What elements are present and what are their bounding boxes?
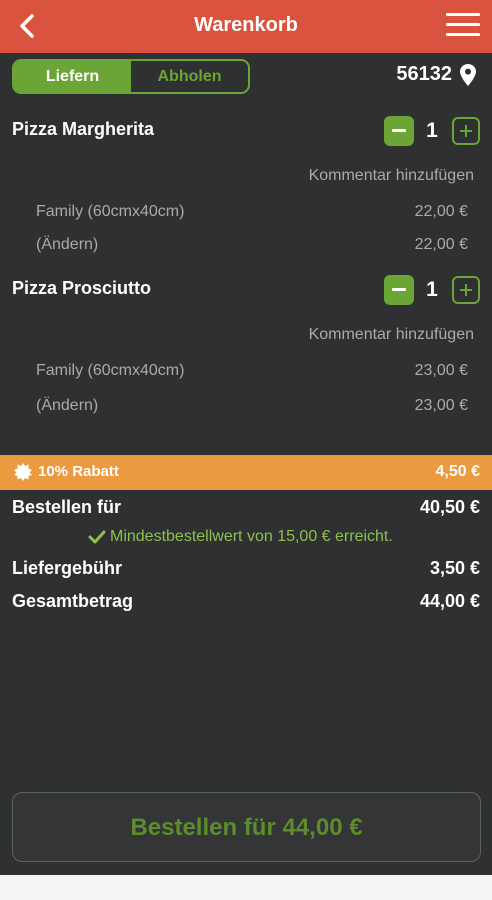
item-option-price: 23,00 €	[414, 362, 468, 379]
cart-item-name: Pizza Prosciutto	[12, 278, 152, 298]
item-quantity: 1	[426, 119, 438, 142]
cart-item-name: Pizza Margherita	[12, 119, 155, 139]
bottom-bar	[0, 875, 492, 900]
decrease-quantity-button[interactable]	[384, 116, 414, 146]
toggle-abholen[interactable]: Abholen	[131, 61, 248, 92]
item-option-label: Family (60cmx40cm)	[36, 203, 185, 220]
min-order-message: Mindestbestellwert von 15,00 € erreicht.	[110, 528, 393, 545]
toggle-liefern[interactable]: Liefern	[14, 61, 131, 92]
location-pin-icon[interactable]	[460, 64, 476, 86]
hamburger-menu-icon[interactable]	[446, 13, 480, 39]
checkmark-icon	[88, 530, 106, 544]
badge-icon	[14, 463, 32, 481]
add-comment-link[interactable]: Kommentar hinzufügen	[309, 326, 474, 344]
app-header: Warenkorb	[0, 0, 492, 53]
add-comment-link[interactable]: Kommentar hinzufügen	[309, 167, 474, 185]
zip-code[interactable]: 56132	[396, 63, 452, 86]
change-option-link[interactable]: (Ändern)	[36, 397, 98, 415]
item-option-price: 22,00 €	[414, 236, 468, 253]
order-subtotal-value: 40,50 €	[419, 497, 480, 517]
discount-label: 10% Rabatt	[38, 463, 119, 480]
item-quantity: 1	[426, 278, 438, 301]
total-value: 44,00 €	[419, 591, 480, 611]
delivery-mode-toggle: Liefern Abholen	[12, 59, 250, 94]
delivery-fee-label: Liefergebühr	[12, 558, 123, 578]
page-title: Warenkorb	[194, 14, 298, 36]
item-option-label: Family (60cmx40cm)	[36, 362, 185, 379]
item-option-price: 22,00 €	[414, 203, 468, 220]
decrease-quantity-button[interactable]	[384, 275, 414, 305]
total-label: Gesamtbetrag	[12, 591, 134, 611]
discount-bar: 10% Rabatt 4,50 €	[0, 455, 492, 490]
increase-quantity-button[interactable]	[452, 117, 480, 145]
increase-quantity-button[interactable]	[452, 276, 480, 304]
delivery-fee-value: 3,50 €	[429, 558, 480, 578]
place-order-button[interactable]: Bestellen für 44,00 €	[12, 792, 481, 862]
change-option-link[interactable]: (Ändern)	[36, 236, 98, 254]
order-subtotal-label: Bestellen für	[12, 497, 122, 517]
discount-value: 4,50 €	[435, 463, 480, 480]
item-option-price: 23,00 €	[414, 397, 468, 414]
